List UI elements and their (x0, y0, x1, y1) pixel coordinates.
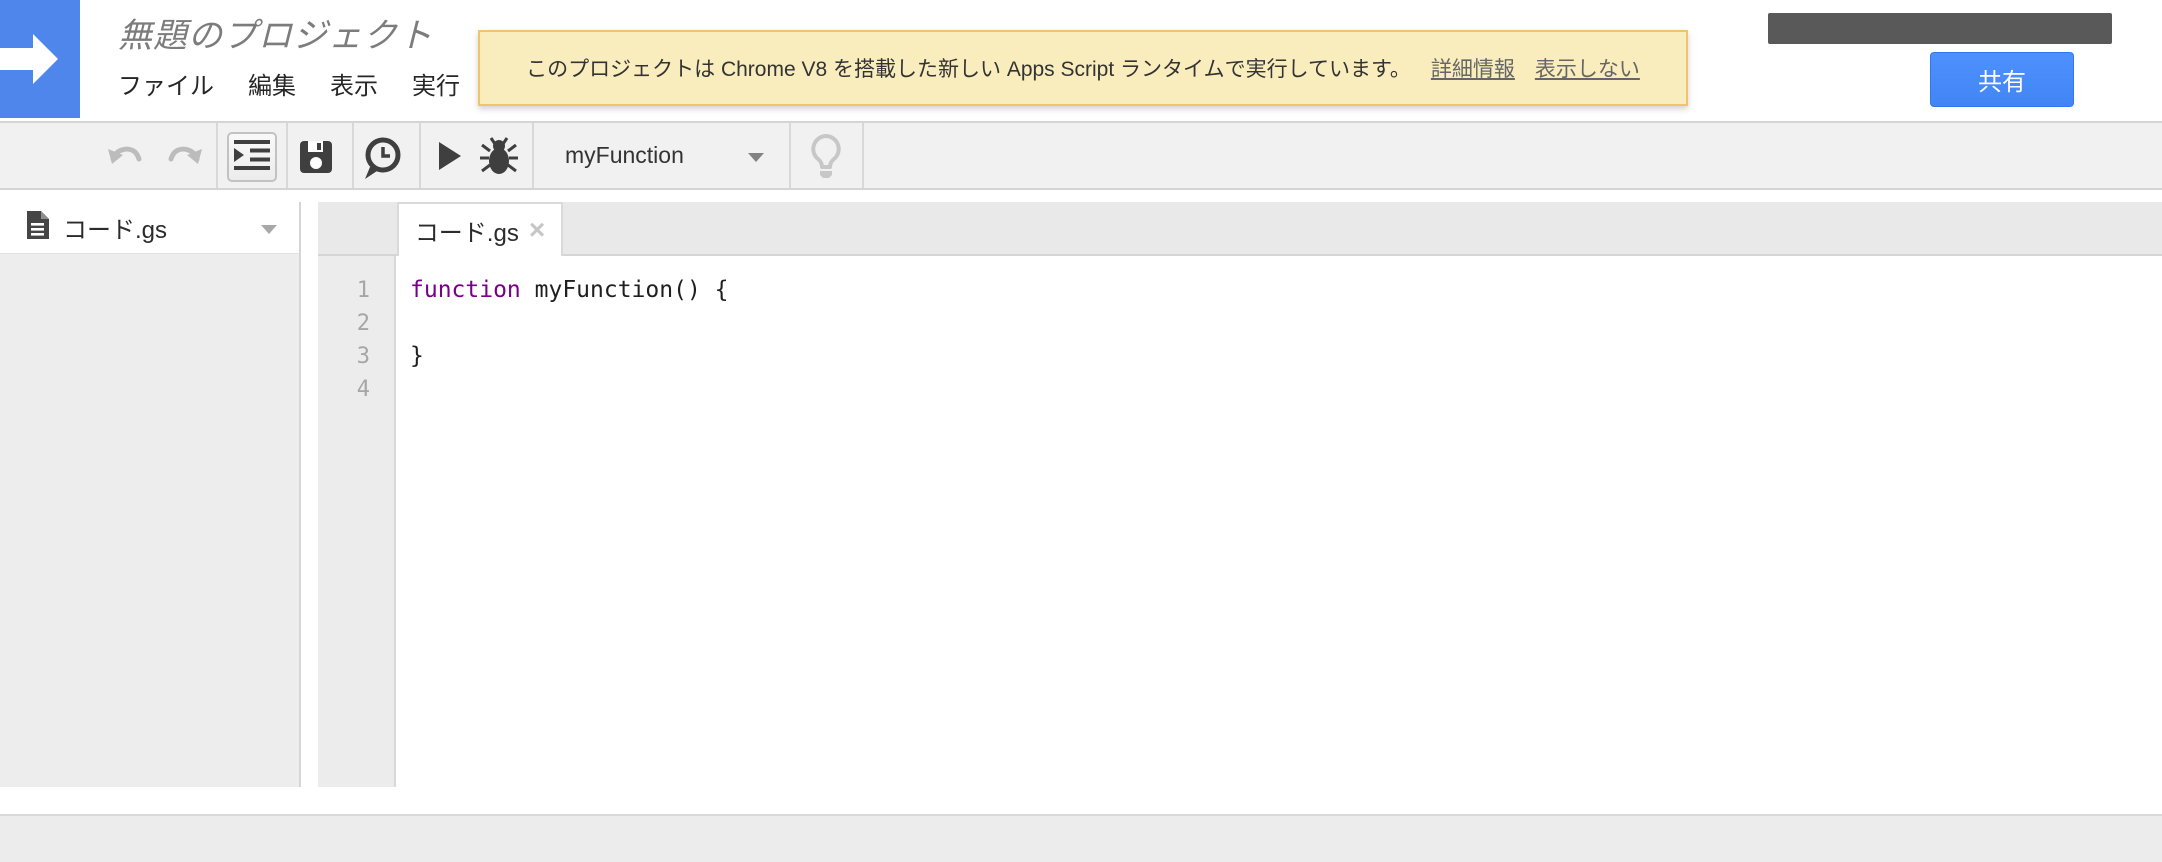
bottom-status-bar (0, 814, 2162, 862)
menu-view[interactable]: 表示 (330, 66, 378, 101)
banner-message: このプロジェクトは Chrome V8 を搭載した新しい Apps Script… (526, 58, 1411, 81)
undo-icon[interactable] (107, 143, 145, 174)
file-name: コード.gs (63, 217, 168, 244)
toolbar-separator (532, 123, 534, 188)
project-title[interactable]: 無題のプロジェクト (118, 8, 433, 57)
save-icon[interactable] (299, 140, 333, 179)
line-number: 2 (356, 311, 370, 336)
debug-icon[interactable] (480, 136, 518, 181)
code-line-3: } (410, 343, 424, 369)
dismiss-link[interactable]: 表示しない (1535, 53, 1640, 83)
menubar: ファイル 編集 表示 実行 (118, 66, 460, 101)
run-icon[interactable] (437, 141, 463, 176)
code-area: 1 2 3 4 function myFunction() { } (318, 256, 2162, 787)
toolbar-separator (862, 123, 864, 188)
line-number: 1 (356, 278, 370, 303)
toolbar-separator (419, 123, 421, 188)
file-menu-caret-icon[interactable] (261, 225, 277, 234)
indent-icon (234, 139, 270, 176)
code-editor[interactable]: function myFunction() { } (396, 256, 2162, 787)
toolbar: myFunction (0, 121, 2162, 190)
file-item-code-gs[interactable]: コード.gs (0, 202, 299, 254)
line-number-gutter: 1 2 3 4 (318, 256, 396, 787)
tab-label: コード.gs (414, 219, 519, 247)
toolbar-separator (352, 123, 354, 188)
share-button[interactable]: 共有 (1930, 52, 2074, 107)
menu-run[interactable]: 実行 (412, 66, 460, 101)
indent-button[interactable] (227, 132, 277, 182)
redo-icon[interactable] (165, 143, 203, 174)
v8-runtime-banner: このプロジェクトは Chrome V8 を搭載した新しい Apps Script… (478, 30, 1688, 106)
toolbar-separator (216, 123, 218, 188)
apps-script-editor: 無題のプロジェクト ファイル 編集 表示 実行 共有 このプロジェクトは Chr… (0, 0, 2162, 862)
script-file-icon (26, 211, 49, 244)
line-number: 4 (356, 377, 370, 402)
menu-file[interactable]: ファイル (118, 66, 214, 101)
tab-close-icon[interactable]: × (529, 216, 545, 244)
line-number: 3 (356, 344, 370, 369)
tab-bar: コード.gs × (318, 202, 2162, 256)
menu-edit[interactable]: 編集 (248, 66, 296, 101)
apps-script-logo[interactable] (0, 0, 80, 118)
learn-more-link[interactable]: 詳細情報 (1431, 53, 1515, 83)
code-line-1: function myFunction() { (410, 277, 729, 303)
tab-code-gs[interactable]: コード.gs × (397, 202, 563, 256)
toolbar-separator (789, 123, 791, 188)
editor-panel: コード.gs × 1 2 3 4 function myFunction() {… (318, 202, 2162, 787)
file-sidebar: コード.gs (0, 202, 301, 787)
history-clock-icon[interactable] (362, 136, 404, 185)
toolbar-separator (286, 123, 288, 188)
function-selector[interactable]: myFunction (565, 123, 684, 188)
dropdown-caret-icon[interactable] (748, 153, 764, 162)
lightbulb-icon[interactable] (808, 132, 844, 187)
account-area-redacted (1768, 13, 2112, 44)
